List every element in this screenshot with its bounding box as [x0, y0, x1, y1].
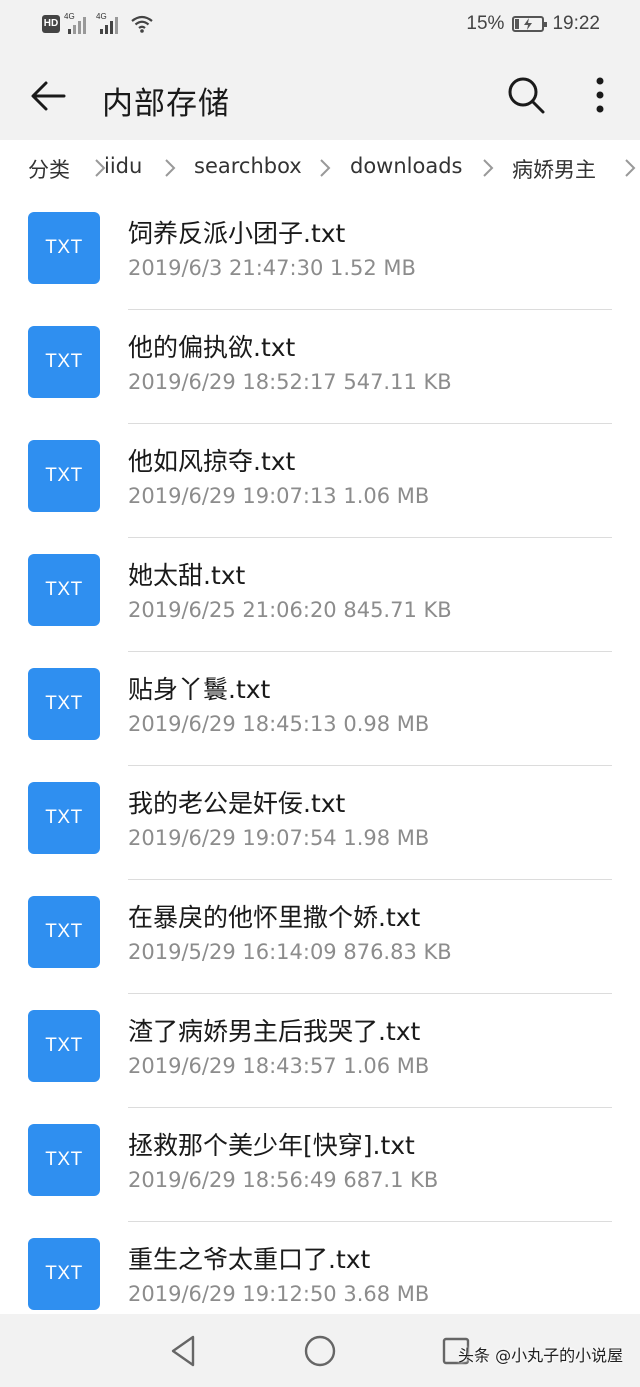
file-list-item[interactable]: TXT 贴身丫鬟.txt 2019/6/29 18:45:13 0.98 MB [0, 652, 640, 766]
txt-file-icon: TXT [28, 554, 100, 626]
file-name: 他的偏执欲.txt [128, 333, 296, 362]
file-name: 她太甜.txt [128, 561, 246, 590]
breadcrumb: 分类 iidu searchbox downloads 病娇男主 [0, 140, 640, 196]
file-meta: 2019/6/29 18:56:49 687.1 KB [128, 1168, 439, 1192]
nav-back-button[interactable] [168, 1334, 198, 1368]
wifi-icon [131, 15, 153, 33]
file-name: 渣了病娇男主后我哭了.txt [128, 1017, 421, 1046]
chevron-right-icon [165, 159, 176, 177]
status-bar: HD 4G 4G 15% 19:22 [0, 0, 640, 52]
search-button[interactable] [505, 74, 547, 116]
file-list-item[interactable]: TXT 在暴戾的他怀里撒个娇.txt 2019/5/29 16:14:09 87… [0, 880, 640, 994]
file-name: 贴身丫鬟.txt [128, 675, 271, 704]
txt-file-icon: TXT [28, 1238, 100, 1310]
file-meta: 2019/6/29 18:45:13 0.98 MB [128, 712, 430, 736]
file-name: 重生之爷太重口了.txt [128, 1245, 371, 1274]
file-list-item[interactable]: TXT 饲养反派小团子.txt 2019/6/3 21:47:30 1.52 M… [0, 196, 640, 310]
more-vertical-icon [596, 77, 604, 113]
file-meta: 2019/5/29 16:14:09 876.83 KB [128, 940, 452, 964]
status-right: 15% 19:22 [466, 13, 600, 35]
breadcrumb-item-current[interactable]: 病娇男主 [512, 154, 596, 184]
back-button[interactable] [28, 76, 68, 116]
more-options-button[interactable] [582, 74, 618, 116]
file-list-item[interactable]: TXT 渣了病娇男主后我哭了.txt 2019/6/29 18:43:57 1.… [0, 994, 640, 1108]
txt-file-icon: TXT [28, 896, 100, 968]
chevron-right-icon [483, 159, 494, 177]
arrow-left-icon [31, 81, 66, 111]
circle-home-icon [304, 1335, 336, 1367]
file-meta: 2019/6/3 21:47:30 1.52 MB [128, 256, 416, 280]
file-meta: 2019/6/25 21:06:20 845.71 KB [128, 598, 452, 622]
txt-file-icon: TXT [28, 326, 100, 398]
file-name: 我的老公是奸佞.txt [128, 789, 346, 818]
file-name: 拯救那个美少年[快穿].txt [128, 1131, 415, 1160]
txt-file-icon: TXT [28, 1010, 100, 1082]
txt-file-icon: TXT [28, 212, 100, 284]
chevron-right-icon [625, 159, 636, 177]
app-bar: 内部存储 [0, 52, 640, 140]
txt-file-icon: TXT [28, 1124, 100, 1196]
file-meta: 2019/6/29 18:52:17 547.11 KB [128, 370, 452, 394]
page-title: 内部存储 [102, 86, 230, 122]
file-list-item[interactable]: TXT 他的偏执欲.txt 2019/6/29 18:52:17 547.11 … [0, 310, 640, 424]
battery-percent: 15% [466, 13, 505, 34]
signal-strength-icon: 4G [64, 12, 92, 34]
breadcrumb-item-category[interactable]: 分类 [28, 154, 70, 184]
file-name: 饲养反派小团子.txt [128, 219, 346, 248]
search-icon [508, 77, 545, 114]
battery-icon [512, 16, 548, 32]
file-meta: 2019/6/29 19:12:50 3.68 MB [128, 1282, 430, 1306]
watermark: 头条 @小丸子的小说屋 [458, 1346, 624, 1365]
battery-fill [515, 19, 520, 29]
file-meta: 2019/6/29 19:07:54 1.98 MB [128, 826, 430, 850]
file-list-item[interactable]: TXT 拯救那个美少年[快穿].txt 2019/6/29 18:56:49 6… [0, 1108, 640, 1222]
file-meta: 2019/6/29 19:07:13 1.06 MB [128, 484, 430, 508]
network-type-label: 4G [64, 12, 75, 21]
txt-file-icon: TXT [28, 782, 100, 854]
hd-badge: HD [42, 15, 60, 33]
clock: 19:22 [552, 13, 600, 34]
signal-strength-icon: 4G [96, 12, 124, 34]
breadcrumb-item-searchbox[interactable]: searchbox [194, 154, 302, 178]
file-list-item[interactable]: TXT 他如风掠夺.txt 2019/6/29 19:07:13 1.06 MB [0, 424, 640, 538]
file-list: TXT 饲养反派小团子.txt 2019/6/3 21:47:30 1.52 M… [0, 196, 640, 1336]
network-type-label: 4G [96, 12, 107, 21]
file-list-item[interactable]: TXT 我的老公是奸佞.txt 2019/6/29 19:07:54 1.98 … [0, 766, 640, 880]
txt-file-icon: TXT [28, 440, 100, 512]
file-meta: 2019/6/29 18:43:57 1.06 MB [128, 1054, 430, 1078]
breadcrumb-item-baidu[interactable]: iidu [104, 154, 142, 178]
txt-file-icon: TXT [28, 668, 100, 740]
file-name: 在暴戾的他怀里撒个娇.txt [128, 903, 421, 932]
status-indicators: HD 4G 4G [42, 12, 154, 34]
triangle-back-icon [171, 1335, 195, 1367]
nav-home-button[interactable] [303, 1334, 337, 1368]
file-name: 他如风掠夺.txt [128, 447, 296, 476]
file-list-item[interactable]: TXT 她太甜.txt 2019/6/25 21:06:20 845.71 KB [0, 538, 640, 652]
breadcrumb-item-downloads[interactable]: downloads [350, 154, 463, 178]
chevron-right-icon [320, 159, 331, 177]
